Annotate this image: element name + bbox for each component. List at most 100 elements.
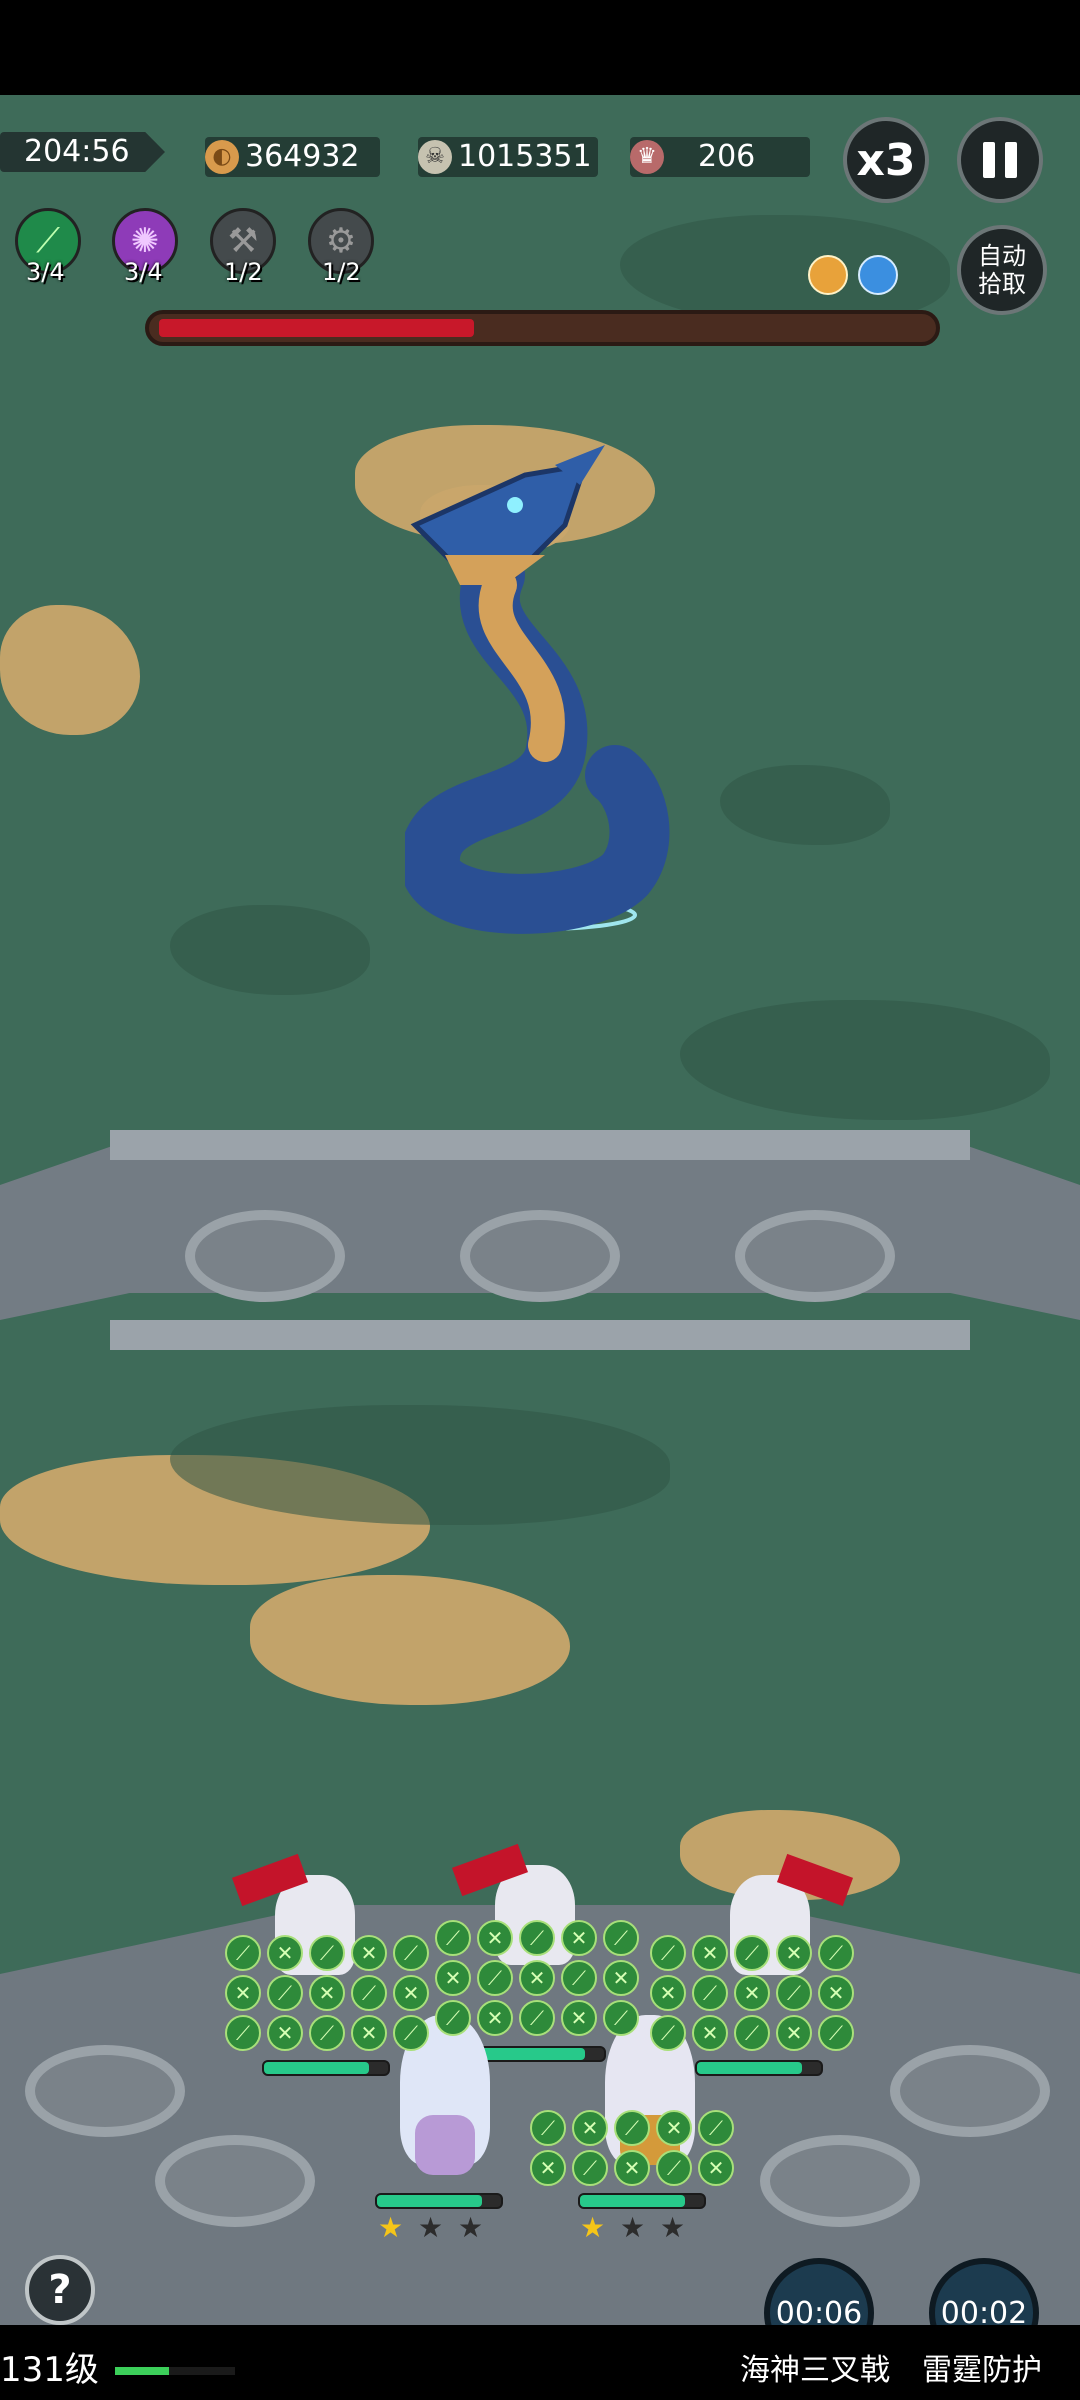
xp-bar — [115, 2367, 235, 2375]
demon-head-icon: ♛ — [630, 140, 664, 174]
auto-pickup-button[interactable]: 自动 拾取 — [957, 225, 1047, 315]
blue-shield-buff-icon — [858, 255, 898, 295]
hero-slot[interactable] — [25, 2045, 185, 2137]
skill-orb-icon: ✕ — [561, 1920, 597, 1956]
help-button[interactable]: ? — [25, 2255, 95, 2325]
skill-orb-icon: ✕ — [603, 1960, 639, 1996]
skill-orb-icon: ⟋ — [603, 2000, 639, 2036]
hero-health-bar — [695, 2060, 823, 2076]
skill-orb-icon: ⟋ — [818, 1935, 854, 1971]
star-icon: ★ — [580, 2211, 606, 2244]
hero-slot[interactable] — [760, 2135, 920, 2227]
purple-compass-icon: ✺ — [130, 221, 160, 261]
skill-orb-icon: ✕ — [818, 1975, 854, 2011]
skill-orb-icon: ⟋ — [267, 1975, 303, 2011]
skill-orb-icon: ⟋ — [650, 1935, 686, 1971]
enemy-counter: ♛ 206 — [630, 137, 810, 177]
skill-orb-icon: ✕ — [267, 1935, 303, 1971]
skill-orb-icon: ⟋ — [776, 1975, 812, 2011]
bottom-bar — [0, 2325, 1080, 2400]
skill-orb-icon: ✕ — [776, 2015, 812, 2051]
skill-orb-icon: ⟋ — [692, 1975, 728, 2011]
skill-level: 1/2 — [322, 258, 361, 286]
skill-orb-icon: ✕ — [519, 1960, 555, 1996]
skill-orb-icon: ⟋ — [393, 1935, 429, 1971]
skill-orb-icon: ✕ — [614, 2150, 650, 2186]
skill-orb-icon: ✕ — [309, 1975, 345, 2011]
skill-orb-icon: ⟋ — [603, 1920, 639, 1956]
speed-button[interactable]: x3 — [843, 117, 929, 203]
skill-orb-icon: ✕ — [698, 2150, 734, 2186]
game-timer: 204:56 — [0, 132, 165, 172]
skull-icon: ☠ — [418, 140, 452, 174]
hero-slot[interactable] — [185, 1210, 345, 1302]
hero-health-bar — [375, 2193, 503, 2209]
status-bar-area — [0, 0, 1080, 95]
hero-health-bar — [578, 2193, 706, 2209]
skill-orb-icon: ✕ — [477, 2000, 513, 2036]
hero-health-bar — [262, 2060, 390, 2076]
skill-orb-icon: ✕ — [393, 1975, 429, 2011]
skill-orb-icon: ⟋ — [650, 2015, 686, 2051]
hero-slot[interactable] — [460, 1210, 620, 1302]
skill-orb-icon: ✕ — [692, 1935, 728, 1971]
skill-orb-icon: ⟋ — [614, 2110, 650, 2146]
skill-orb-icon: ⟋ — [351, 1975, 387, 2011]
skill-level: 3/4 — [124, 258, 163, 286]
skill-orb-icon: ✕ — [351, 1935, 387, 1971]
skill-orb-icon: ✕ — [225, 1975, 261, 2011]
skill-orb-icon: ✕ — [267, 2015, 303, 2051]
gold-counter: ◐ 364932 — [205, 137, 380, 177]
skill-orb-icon: ✕ — [561, 2000, 597, 2036]
boss-health-bar — [145, 310, 940, 346]
skill-orb-icon: ✕ — [351, 2015, 387, 2051]
pause-button[interactable] — [957, 117, 1043, 203]
gray-hammer-icon: ⚒ — [227, 221, 259, 261]
skill-level: 3/4 — [26, 258, 65, 286]
skill-orb-icon: ⟋ — [734, 2015, 770, 2051]
skill-orb-icon: ⟋ — [225, 1935, 261, 1971]
hero-slot[interactable] — [890, 2045, 1050, 2137]
skill-orb-icon: ✕ — [435, 1960, 471, 1996]
skill-orb-icon: ✕ — [650, 1975, 686, 2011]
player-level: 131级 — [0, 2350, 99, 2390]
star-icon: ★ — [378, 2211, 404, 2244]
skill-orb-icon: ✕ — [734, 1975, 770, 2011]
pause-icon — [983, 142, 1017, 178]
skill-level: 1/2 — [224, 258, 263, 286]
skill-orb-icon: ⟋ — [530, 2110, 566, 2146]
star-icon: ★ — [620, 2211, 646, 2244]
skill-orb-icon: ⟋ — [393, 2015, 429, 2051]
question-icon: ? — [48, 2267, 72, 2313]
skill-orb-icon: ⟋ — [698, 2110, 734, 2146]
skill-orb-icon: ⟋ — [818, 2015, 854, 2051]
hero-slot[interactable] — [735, 1210, 895, 1302]
thunder-shield-skill-label: 雷霆防护 — [922, 2353, 1042, 2388]
hero-front-right[interactable] — [590, 2015, 710, 2185]
coin-icon: ◐ — [205, 140, 239, 174]
star-icon: ★ — [418, 2211, 444, 2244]
kill-counter: ☠ 1015351 — [418, 137, 598, 177]
skill-orb-icon: ⟋ — [309, 1935, 345, 1971]
skill-orb-icon: ✕ — [572, 2110, 608, 2146]
skill-orb-icon: ⟋ — [519, 2000, 555, 2036]
skill-orb-icon: ✕ — [477, 1920, 513, 1956]
sea-serpent-boss[interactable] — [405, 435, 675, 935]
skill-orb-icon: ⟋ — [572, 2150, 608, 2186]
skill-orb-icon: ✕ — [530, 2150, 566, 2186]
skill-orb-icon: ⟋ — [519, 1920, 555, 1956]
skill-orb-icon: ⟋ — [225, 2015, 261, 2051]
orange-slash-buff-icon — [808, 255, 848, 295]
star-icon: ★ — [660, 2211, 686, 2244]
skill-orb-icon: ✕ — [656, 2110, 692, 2146]
skill-orb-icon: ⟋ — [435, 2000, 471, 2036]
green-spear-icon: ⟋ — [36, 221, 60, 261]
skill-orb-icon: ⟋ — [734, 1935, 770, 1971]
star-icon: ★ — [458, 2211, 484, 2244]
skill-orb-icon: ✕ — [776, 1935, 812, 1971]
skill-orb-icon: ⟋ — [561, 1960, 597, 1996]
boss-health-fill — [159, 319, 474, 337]
hero-slot[interactable] — [155, 2135, 315, 2227]
skill-orb-icon: ✕ — [692, 2015, 728, 2051]
skill-orb-icon: ⟋ — [656, 2150, 692, 2186]
